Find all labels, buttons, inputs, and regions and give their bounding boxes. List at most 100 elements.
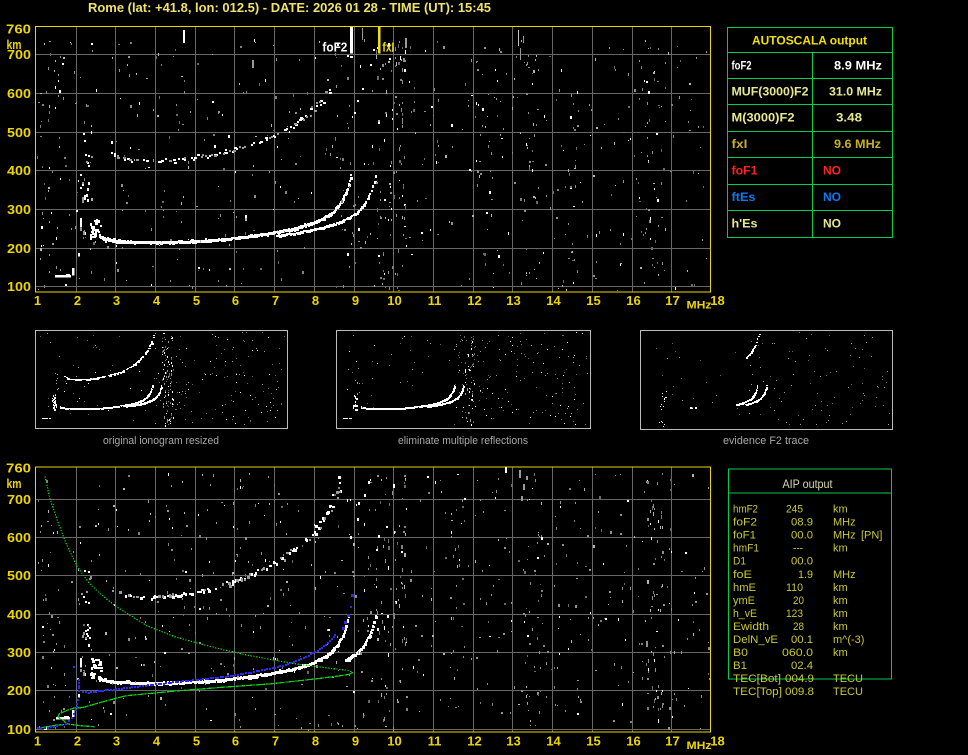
svg-text:1: 1 xyxy=(34,293,41,308)
svg-text:AIP output: AIP output xyxy=(783,477,834,491)
svg-text:6: 6 xyxy=(232,293,239,308)
svg-text:5: 5 xyxy=(193,293,200,308)
svg-text:km: km xyxy=(833,582,848,594)
svg-text:12: 12 xyxy=(467,734,481,749)
svg-text:13: 13 xyxy=(506,293,520,308)
svg-text:MHz: MHz xyxy=(833,530,856,542)
svg-text:foF1: foF1 xyxy=(732,164,758,178)
svg-text:300: 300 xyxy=(7,645,31,660)
svg-text:hmE: hmE xyxy=(733,582,756,594)
svg-text:fxI: fxI xyxy=(732,137,748,151)
svg-text:4: 4 xyxy=(153,734,161,749)
svg-text:14: 14 xyxy=(546,734,561,749)
svg-text:100: 100 xyxy=(7,722,31,737)
svg-text:9: 9 xyxy=(352,293,359,308)
svg-text:060.0: 060.0 xyxy=(782,647,813,659)
svg-text:18: 18 xyxy=(710,293,724,308)
svg-text:eliminate multiple reflections: eliminate multiple reflections xyxy=(398,435,528,447)
svg-text:9.6 MHz: 9.6 MHz xyxy=(834,137,881,151)
svg-text:700: 700 xyxy=(7,47,31,62)
svg-text:18: 18 xyxy=(710,734,724,749)
svg-text:foF2: foF2 xyxy=(732,59,752,73)
svg-text:DelN_vE: DelN_vE xyxy=(733,634,778,646)
svg-text:500: 500 xyxy=(7,125,31,140)
svg-text:700: 700 xyxy=(7,492,31,507)
svg-text:original ionogram resized: original ionogram resized xyxy=(103,435,219,447)
svg-text:009.8: 009.8 xyxy=(785,686,814,698)
svg-text:TECU: TECU xyxy=(833,686,863,698)
svg-text:km: km xyxy=(833,621,848,633)
svg-text:004.9: 004.9 xyxy=(785,673,814,685)
svg-text:foF2: foF2 xyxy=(733,517,757,529)
svg-text:6: 6 xyxy=(232,734,239,749)
svg-text:200: 200 xyxy=(7,683,31,698)
svg-text:NO: NO xyxy=(823,217,841,231)
svg-text:km: km xyxy=(833,543,848,555)
svg-text:28: 28 xyxy=(793,621,804,633)
svg-text:1.9: 1.9 xyxy=(798,569,813,581)
svg-text:17: 17 xyxy=(665,293,679,308)
svg-text:km: km xyxy=(833,595,848,607)
svg-text:hmF2: hmF2 xyxy=(733,504,758,516)
svg-text:Ewidth: Ewidth xyxy=(733,621,769,633)
svg-text:MHz: MHz xyxy=(833,517,856,529)
svg-text:ftEs: ftEs xyxy=(732,190,756,204)
svg-text:km: km xyxy=(7,476,22,491)
svg-text:TECU: TECU xyxy=(833,673,863,685)
svg-text:10: 10 xyxy=(387,293,401,308)
svg-text:MUF(3000)F2: MUF(3000)F2 xyxy=(732,85,809,99)
svg-text:760: 760 xyxy=(6,461,31,476)
svg-text:00.0: 00.0 xyxy=(791,556,813,568)
svg-text:3: 3 xyxy=(113,293,120,308)
svg-text:AUTOSCALA output: AUTOSCALA output xyxy=(752,34,867,48)
svg-text:300: 300 xyxy=(7,202,31,217)
svg-text:15: 15 xyxy=(586,734,600,749)
svg-text:245: 245 xyxy=(786,504,803,516)
svg-text:km: km xyxy=(833,504,848,516)
svg-text:11: 11 xyxy=(428,734,442,749)
svg-text:400: 400 xyxy=(7,163,31,178)
svg-text:km: km xyxy=(833,647,848,659)
svg-text:08.9: 08.9 xyxy=(791,517,813,529)
svg-text:16: 16 xyxy=(626,734,640,749)
svg-text:M(3000)F2: M(3000)F2 xyxy=(732,111,795,125)
svg-text:110: 110 xyxy=(786,582,803,594)
svg-text:B0: B0 xyxy=(733,647,748,659)
svg-text:10: 10 xyxy=(387,734,401,749)
svg-text:8: 8 xyxy=(312,293,319,308)
svg-text:02.4: 02.4 xyxy=(791,660,813,672)
svg-text:13: 13 xyxy=(506,734,520,749)
svg-text:2: 2 xyxy=(74,293,81,308)
svg-text:600: 600 xyxy=(7,86,31,101)
svg-text:9: 9 xyxy=(352,734,359,749)
svg-text:31.0 MHz: 31.0 MHz xyxy=(829,85,882,99)
svg-text:3.48: 3.48 xyxy=(836,111,862,125)
svg-text:500: 500 xyxy=(7,568,31,583)
svg-text:NO: NO xyxy=(823,190,841,204)
svg-text:MHz: MHz xyxy=(687,300,713,312)
svg-text:MHz: MHz xyxy=(833,569,856,581)
svg-text:5: 5 xyxy=(193,734,200,749)
svg-text:1: 1 xyxy=(34,734,41,749)
svg-text:TEC[Top]: TEC[Top] xyxy=(733,686,782,698)
svg-text:h'Es: h'Es xyxy=(732,217,758,231)
svg-text:Rome (lat: +41.8, lon: 012.5): Rome (lat: +41.8, lon: 012.5) - DATE: 20… xyxy=(88,1,491,15)
svg-text:7: 7 xyxy=(272,293,279,308)
svg-text:foE: foE xyxy=(733,569,752,581)
svg-text:ymE: ymE xyxy=(733,595,755,607)
svg-text:MHz: MHz xyxy=(687,740,713,752)
svg-text:2: 2 xyxy=(74,734,81,749)
svg-text:4: 4 xyxy=(153,293,161,308)
svg-text:m^(-3): m^(-3) xyxy=(833,634,864,646)
svg-text:00.0: 00.0 xyxy=(791,530,813,542)
svg-text:200: 200 xyxy=(7,241,31,256)
svg-text:evidence F2 trace: evidence F2 trace xyxy=(723,435,809,447)
svg-text:400: 400 xyxy=(7,607,31,622)
svg-text:fxI: fxI xyxy=(382,40,394,55)
svg-text:600: 600 xyxy=(7,530,31,545)
svg-text:TEC[Bot]: TEC[Bot] xyxy=(733,673,781,685)
svg-text:00.1: 00.1 xyxy=(791,634,813,646)
svg-text:foF2: foF2 xyxy=(322,40,347,55)
svg-text:---: --- xyxy=(793,543,803,555)
svg-text:B1: B1 xyxy=(733,660,747,672)
